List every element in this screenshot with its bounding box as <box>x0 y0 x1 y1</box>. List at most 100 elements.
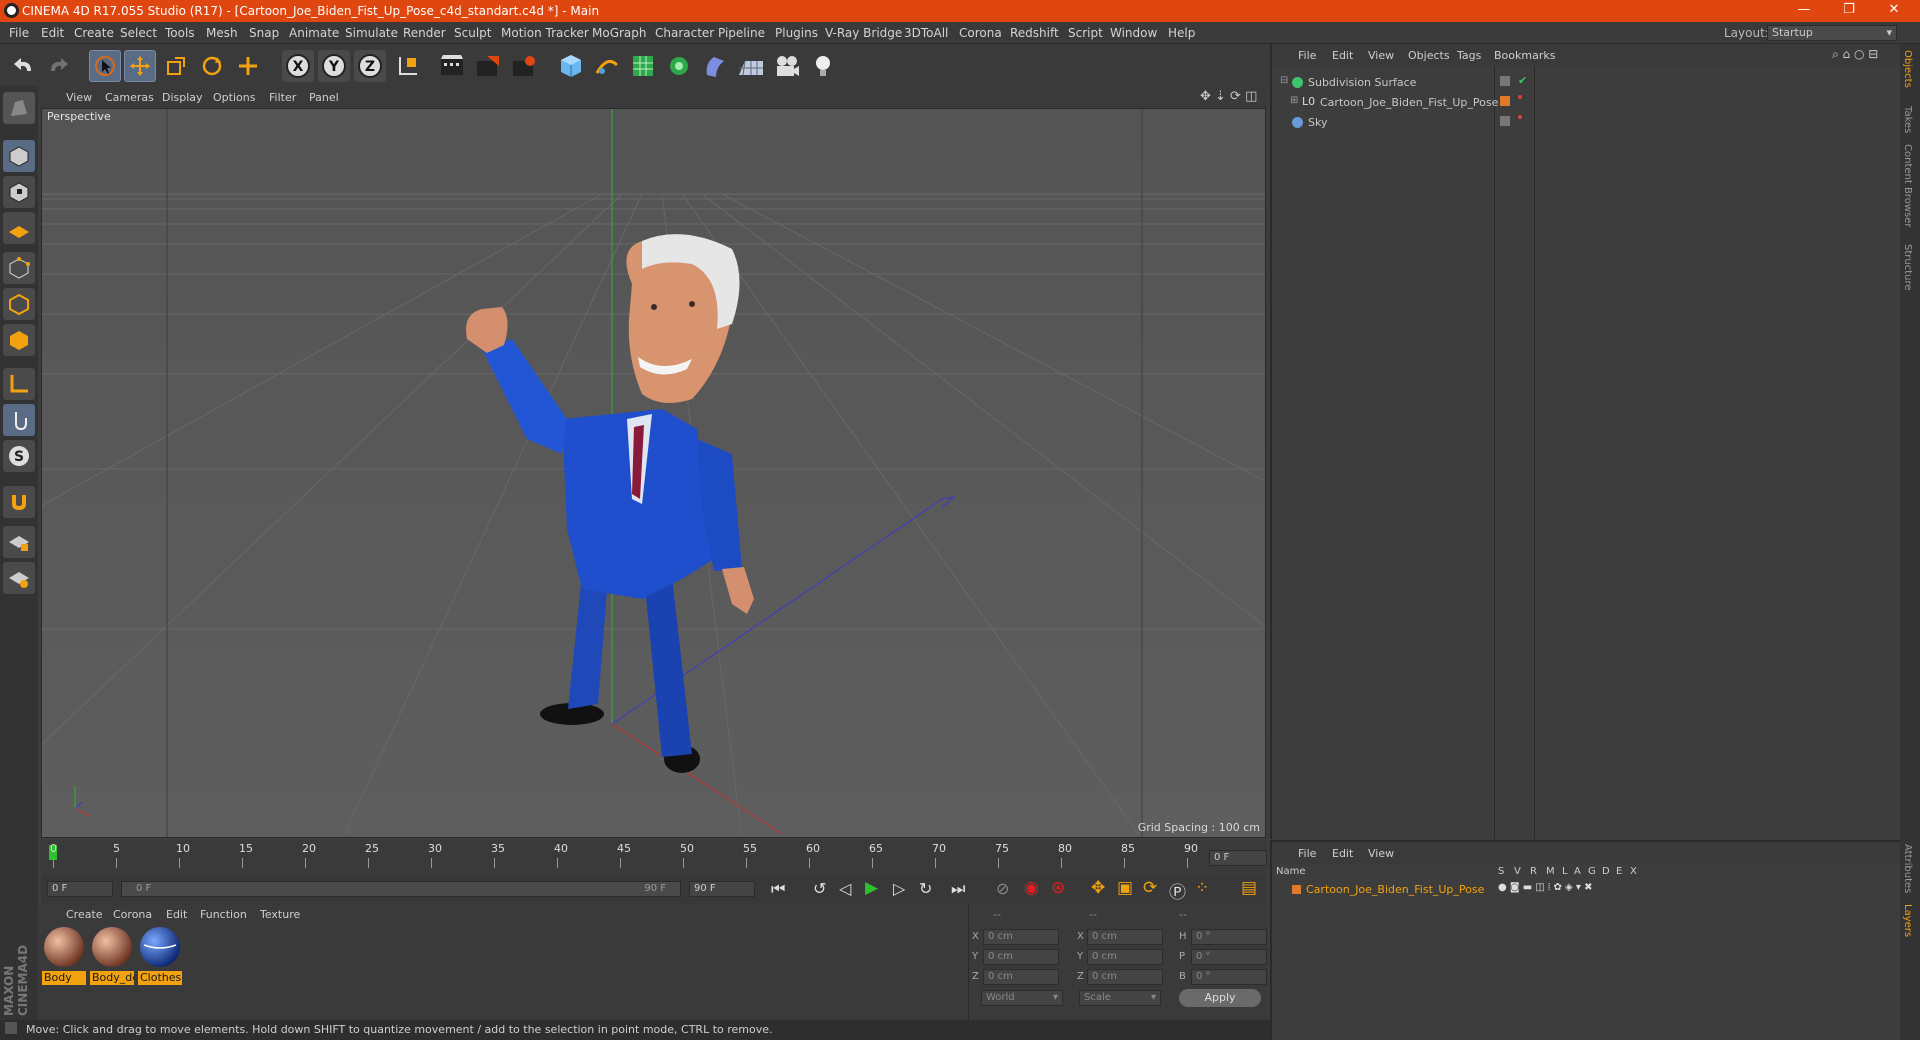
material-swatch-body[interactable] <box>42 925 86 969</box>
tab-attributes[interactable]: Attributes <box>1902 844 1913 893</box>
record-icon[interactable]: ◉ <box>1024 878 1039 898</box>
menu-corona[interactable]: Corona <box>959 26 1002 40</box>
coord-position-field[interactable]: 0 cm <box>983 949 1059 965</box>
visibility-dot-icon[interactable] <box>1518 115 1522 119</box>
solo-icon[interactable]: S <box>3 440 35 472</box>
coord-size-field[interactable]: 0 cm <box>1087 969 1163 985</box>
subdivision-icon[interactable] <box>627 50 659 82</box>
layers-menu-file[interactable]: File <box>1298 847 1316 860</box>
menu-select[interactable]: Select <box>120 26 157 40</box>
menu-pipeline[interactable]: Pipeline <box>718 26 765 40</box>
step-forward-icon[interactable]: ▷ <box>893 879 905 898</box>
layer-tag-icon[interactable] <box>1500 76 1510 86</box>
deformer-icon[interactable] <box>699 50 731 82</box>
menu-mesh[interactable]: Mesh <box>206 26 238 40</box>
key-param-icon[interactable]: Ⓟ <box>1169 878 1186 903</box>
menu-vray-bridge[interactable]: V-Ray Bridge <box>825 26 902 40</box>
objects-menu-bookmarks[interactable]: Bookmarks <box>1494 49 1555 62</box>
tab-objects[interactable]: Objects <box>1902 50 1913 88</box>
objects-menu-view[interactable]: View <box>1368 49 1394 62</box>
objects-menu-tags[interactable]: Tags <box>1457 49 1481 62</box>
frame-range-slider[interactable]: 0 F 90 F <box>121 881 681 897</box>
menu-script[interactable]: Script <box>1068 26 1103 40</box>
layer-color-swatch[interactable] <box>1292 885 1301 894</box>
snap-icon[interactable] <box>3 562 35 594</box>
layers-menu-view[interactable]: View <box>1368 847 1394 860</box>
light-icon[interactable] <box>807 50 839 82</box>
layer-tag-icon[interactable] <box>1500 116 1510 126</box>
menu-snap[interactable]: Snap <box>249 26 279 40</box>
material-menu-edit[interactable]: Edit <box>166 908 187 921</box>
menu-help[interactable]: Help <box>1168 26 1195 40</box>
viewport-menu-options[interactable]: Options <box>213 91 255 104</box>
objects-menu-objects[interactable]: Objects <box>1408 49 1450 62</box>
render-picture-viewer-icon[interactable] <box>472 50 504 82</box>
key-scale-icon[interactable]: ▣ <box>1117 878 1133 898</box>
key-move-icon[interactable]: ✥ <box>1091 878 1105 898</box>
viewport-nav-icons[interactable]: ✥ ⇣ ⟳ ◫ <box>1200 89 1257 104</box>
viewport-menu-filter[interactable]: Filter <box>269 91 296 104</box>
timeline-window-icon[interactable]: ▤ <box>1241 878 1257 898</box>
menu-window[interactable]: Window <box>1110 26 1157 40</box>
menu-3dtoall[interactable]: 3DToAll <box>904 26 948 40</box>
edit-render-settings-icon[interactable] <box>508 50 540 82</box>
texture-icon[interactable] <box>3 176 35 208</box>
expand-icon[interactable]: ⊞ <box>1290 95 1298 106</box>
material-menu-corona[interactable]: Corona <box>113 908 152 921</box>
timeline-ruler[interactable]: 0 5 10 15 20 25 30 35 40 45 50 55 60 65 70 75 80 85 90 0 F <box>41 840 1267 875</box>
viewport-menu-display[interactable]: Display <box>162 91 203 104</box>
minimize-button[interactable]: — <box>1784 2 1824 20</box>
cube-icon[interactable] <box>555 50 587 82</box>
coord-rotation-field[interactable]: 0 ° <box>1191 949 1267 965</box>
undo-icon[interactable] <box>8 50 40 82</box>
checkmark-icon[interactable]: ✔ <box>1518 74 1527 87</box>
close-button[interactable]: ✕ <box>1874 2 1914 20</box>
tab-takes[interactable]: Takes <box>1902 106 1913 133</box>
autokey-icon[interactable]: ⊛ <box>1051 878 1065 898</box>
end-frame-field[interactable]: 90 F <box>689 881 755 897</box>
edges-icon[interactable] <box>3 288 35 320</box>
axis-z-icon[interactable]: Z <box>354 50 386 82</box>
menu-tools[interactable]: Tools <box>165 26 195 40</box>
material-menu-texture[interactable]: Texture <box>260 908 300 921</box>
menu-simulate[interactable]: Simulate <box>345 26 398 40</box>
coordinate-system-icon[interactable] <box>392 50 424 82</box>
objects-menu-file[interactable]: File <box>1298 49 1316 62</box>
cloner-icon[interactable] <box>663 50 695 82</box>
coord-rotation-field[interactable]: 0 ° <box>1191 969 1267 985</box>
coord-size-field[interactable]: 0 cm <box>1087 949 1163 965</box>
material-menu-create[interactable]: Create <box>66 908 103 921</box>
viewport-menu-cameras[interactable]: Cameras <box>105 91 154 104</box>
viewport-menu-panel[interactable]: Panel <box>309 91 339 104</box>
coord-position-field[interactable]: 0 cm <box>983 929 1059 945</box>
start-frame-field[interactable]: 0 F <box>47 881 113 897</box>
key-rotate-icon[interactable]: ⟳ <box>1143 878 1157 898</box>
coord-rotation-field[interactable]: 0 ° <box>1191 929 1267 945</box>
grid-lock-icon[interactable] <box>3 526 35 558</box>
scale-icon[interactable] <box>160 50 192 82</box>
menu-mograph[interactable]: MoGraph <box>592 26 647 40</box>
key-pla-icon[interactable]: ⁘ <box>1195 878 1209 898</box>
keyframe-icon[interactable]: ⊘ <box>996 879 1009 898</box>
goto-end-icon[interactable]: ⏭ <box>951 879 965 899</box>
rotate-icon[interactable] <box>196 50 228 82</box>
object-row-cartoon-character[interactable]: ⊞ L0 Cartoon_Joe_Biden_Fist_Up_Pose <box>1272 94 1900 112</box>
material-swatch-body-de[interactable] <box>90 925 134 969</box>
coord-position-field[interactable]: 0 cm <box>983 969 1059 985</box>
apply-button[interactable]: Apply <box>1179 989 1261 1007</box>
select-cursor-icon[interactable] <box>89 50 121 82</box>
tab-content-browser[interactable]: Content Browser <box>1902 144 1913 227</box>
search-icon[interactable]: ⌕ ⌂ ○ ⊟ <box>1832 47 1878 62</box>
workplane-icon[interactable] <box>3 212 35 244</box>
current-frame-field[interactable]: 0 F <box>1209 850 1267 866</box>
axis-x-icon[interactable]: X <box>282 50 314 82</box>
menu-render[interactable]: Render <box>403 26 446 40</box>
model-mode-icon[interactable] <box>3 92 35 124</box>
collapse-icon[interactable]: ⊟ <box>1280 75 1288 86</box>
next-key-icon[interactable]: ↻ <box>919 879 932 898</box>
object-row-sky[interactable]: Sky <box>1272 114 1900 132</box>
step-back-icon[interactable]: ◁ <box>839 879 851 898</box>
menu-motion-tracker[interactable]: Motion Tracker <box>501 26 589 40</box>
render-view-icon[interactable] <box>436 50 468 82</box>
visibility-dot-icon[interactable] <box>1518 95 1522 99</box>
